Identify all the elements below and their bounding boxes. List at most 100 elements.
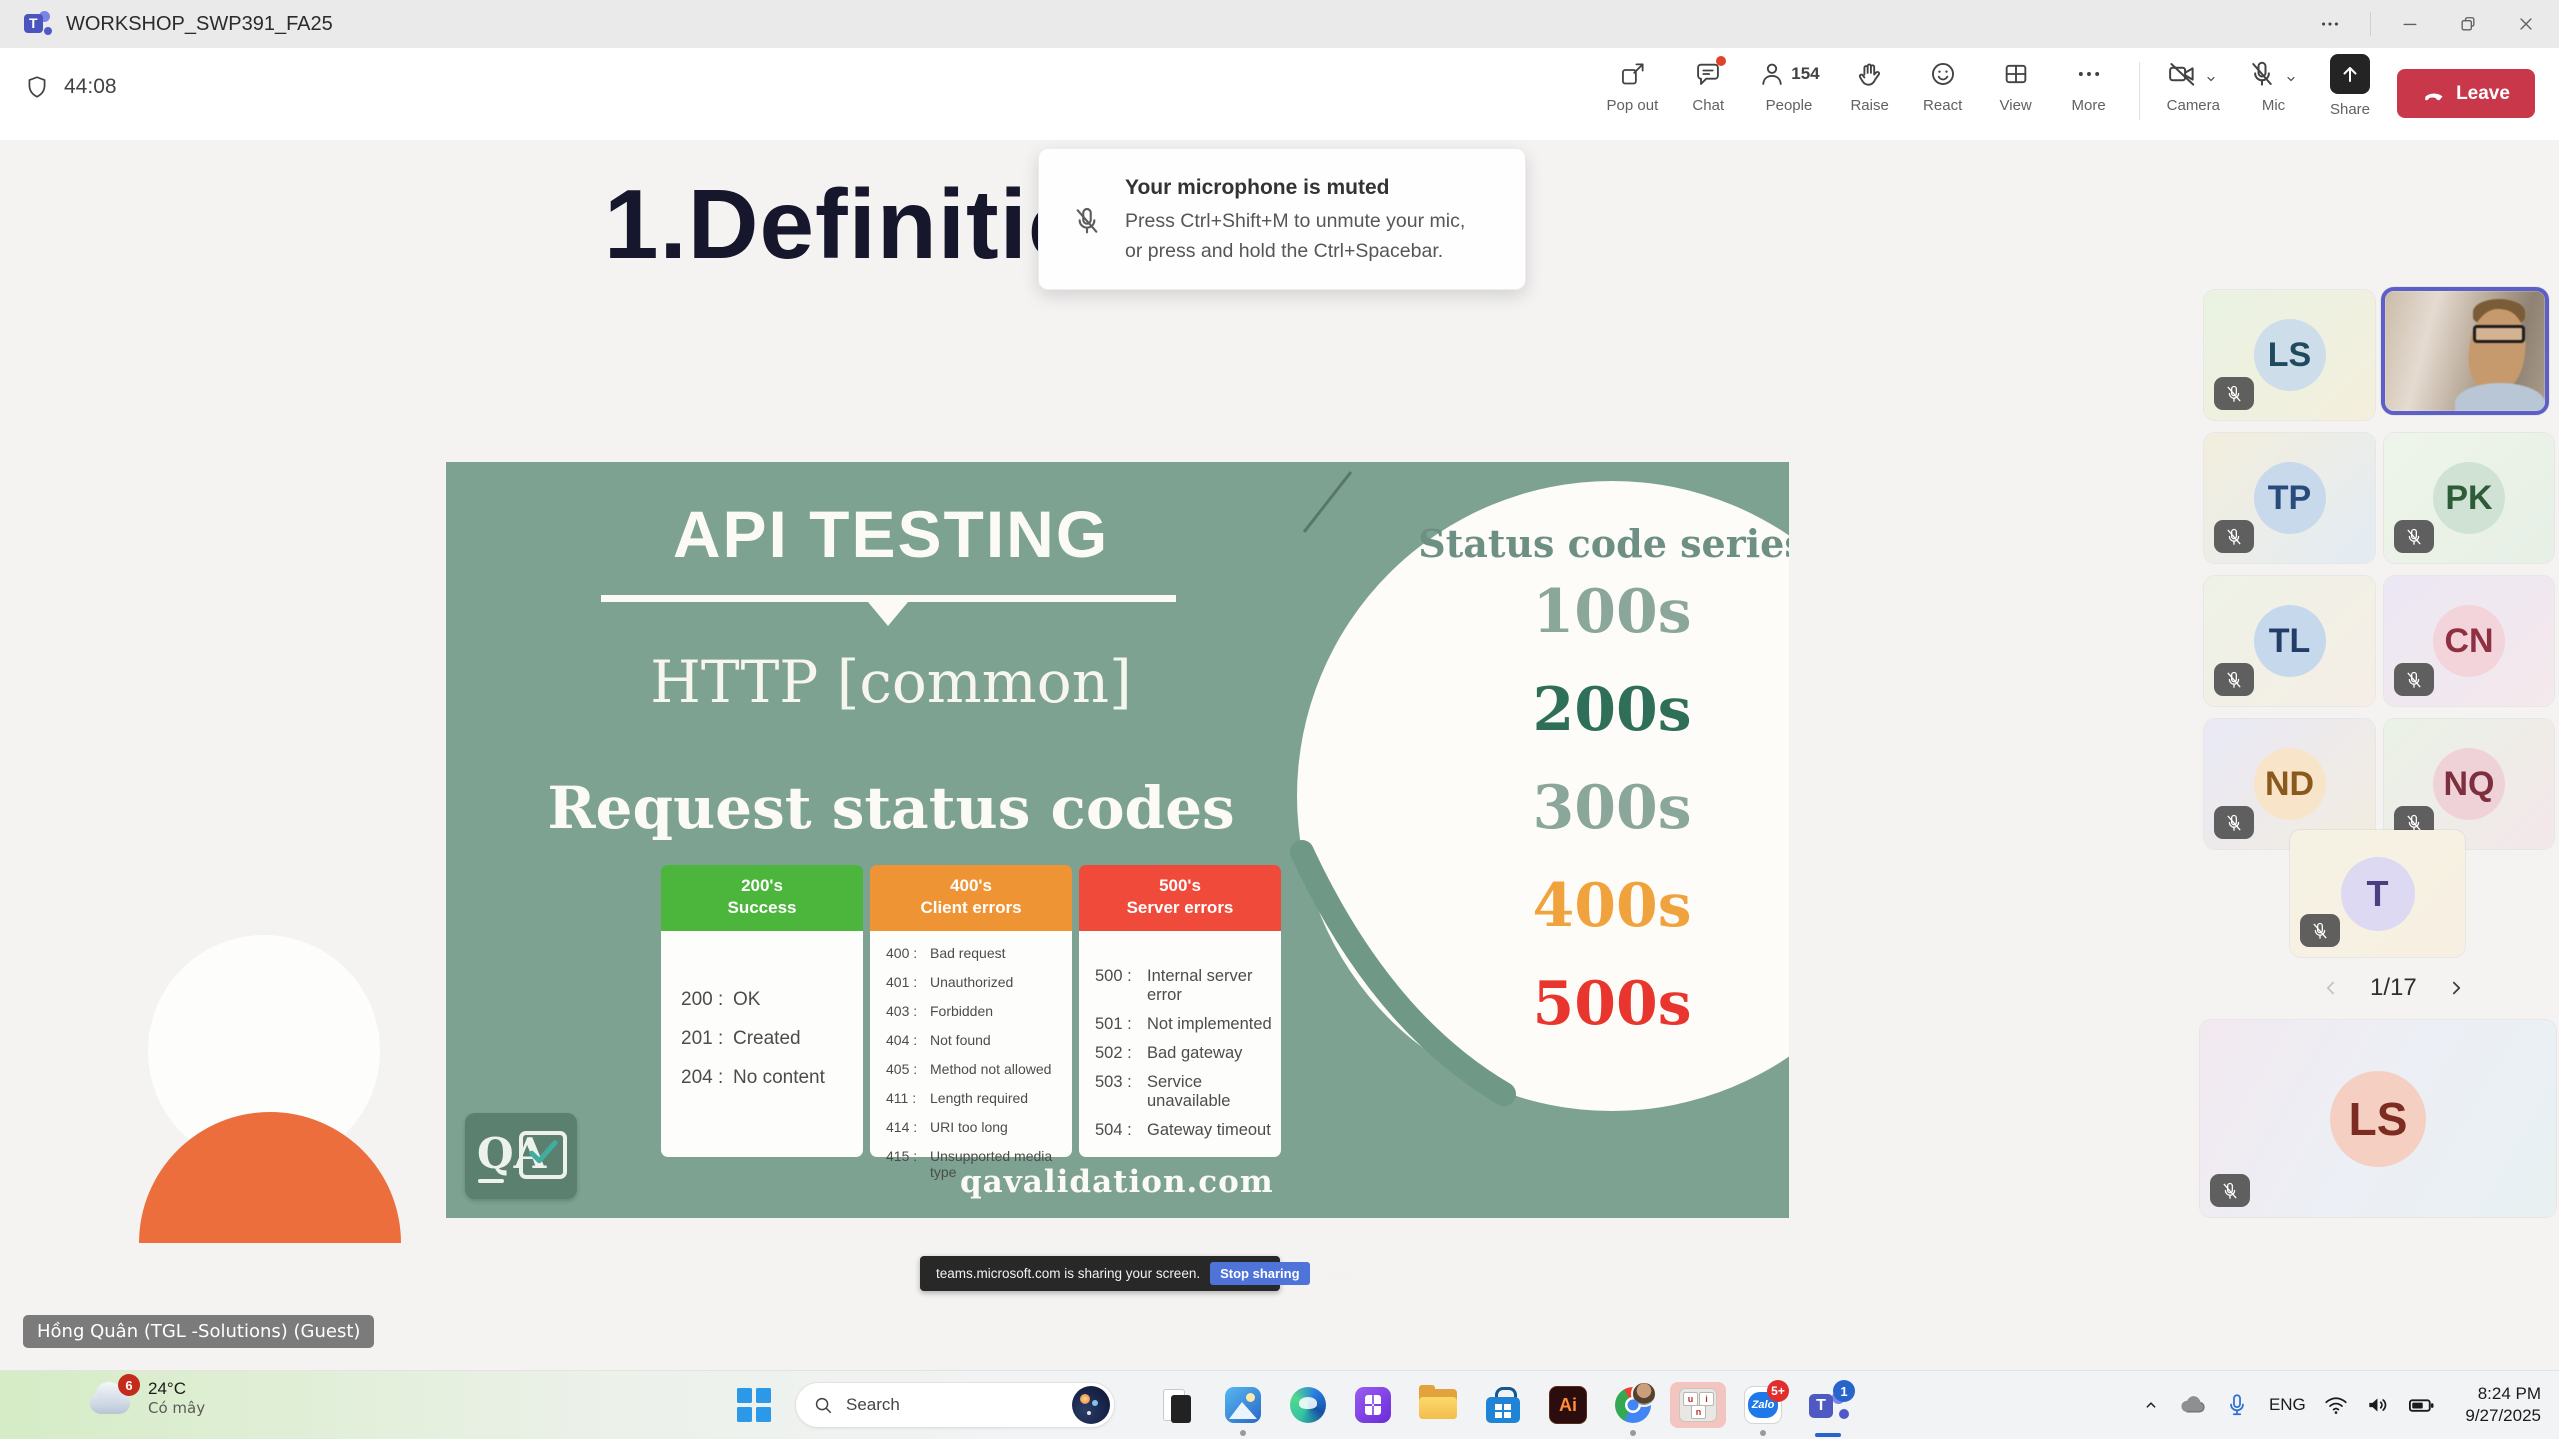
avatar: LS xyxy=(2254,319,2326,391)
participant-tile-pk[interactable]: PK xyxy=(2384,433,2554,563)
view-button[interactable]: View xyxy=(1993,58,2039,114)
table-row: 405 :Method not allowed xyxy=(886,1061,1062,1077)
taskbar-app-pages[interactable] xyxy=(1150,1382,1206,1428)
taskbar-app-clipchamp[interactable] xyxy=(1345,1382,1401,1428)
pager-next-icon[interactable] xyxy=(2443,975,2469,1001)
people-button[interactable]: 154 People xyxy=(1758,58,1819,114)
participant-video-tile-active-speaker[interactable] xyxy=(2381,287,2549,415)
stop-sharing-button[interactable]: Stop sharing xyxy=(1210,1262,1309,1285)
active-app-indicator xyxy=(1815,1433,1841,1437)
wifi-tray-icon[interactable] xyxy=(2315,1392,2357,1418)
more-button[interactable]: More xyxy=(2066,58,2112,114)
zalo-app-icon: Zalo 5+ xyxy=(1744,1386,1782,1424)
camera-chevron-icon[interactable] xyxy=(2202,70,2220,88)
share-bar-text: teams.microsoft.com is sharing your scre… xyxy=(936,1266,1200,1281)
participant-tile-ls[interactable]: LS xyxy=(2204,290,2375,420)
battery-tray-icon[interactable] xyxy=(2399,1391,2443,1419)
taskbar-app-edge[interactable] xyxy=(1280,1382,1336,1428)
popout-icon xyxy=(1619,61,1646,88)
microsoft-store-icon xyxy=(1486,1387,1520,1423)
close-button[interactable] xyxy=(2497,0,2555,47)
photos-app-icon xyxy=(1225,1387,1261,1423)
windows-taskbar: 6 24°C Có mây Search xyxy=(0,1370,2559,1439)
status-series-title: Status code series xyxy=(1297,521,1789,566)
toast-title: Your microphone is muted xyxy=(1125,176,1389,200)
meeting-timer: 44:08 xyxy=(24,74,117,100)
raise-hand-button[interactable]: Raise xyxy=(1847,58,1893,114)
volume-tray-icon[interactable] xyxy=(2357,1392,2399,1418)
onedrive-tray-icon[interactable] xyxy=(2171,1390,2215,1420)
table-row: 414 :URI too long xyxy=(886,1119,1062,1135)
table-column-200s: 200'sSuccess 200 :OK 201 :Created 204 :N… xyxy=(661,865,863,1157)
chat-button[interactable]: Chat xyxy=(1685,58,1731,114)
avatar: TP xyxy=(2254,462,2326,534)
hide-share-bar-link[interactable]: Hide xyxy=(1324,1266,1353,1281)
taskbar-search[interactable]: Search xyxy=(795,1382,1115,1428)
chrome-profile-avatar xyxy=(1631,1381,1657,1407)
taskbar-app-unikey[interactable]: uin xyxy=(1670,1382,1726,1428)
restore-button[interactable] xyxy=(2439,0,2497,47)
participant-tile-cn[interactable]: CN xyxy=(2384,576,2554,706)
taskbar-app-store[interactable] xyxy=(1475,1382,1531,1428)
taskbar-clock[interactable]: 8:24 PM 9/27/2025 xyxy=(2465,1383,2541,1427)
react-smiley-icon xyxy=(1929,60,1957,88)
avatar: PK xyxy=(2433,462,2505,534)
toast-line-1: Press Ctrl+Shift+M to unmute your mic, xyxy=(1125,210,1465,233)
language-indicator[interactable]: ENG xyxy=(2259,1395,2315,1415)
react-button[interactable]: React xyxy=(1920,58,1966,114)
taskbar-app-photos[interactable] xyxy=(1215,1382,1271,1428)
people-count: 154 xyxy=(1791,64,1819,84)
muted-mic-badge xyxy=(2214,663,2254,696)
participant-tile-tl[interactable]: TL xyxy=(2204,576,2375,706)
leave-button[interactable]: Leave xyxy=(2397,69,2535,118)
pager-previous-icon[interactable] xyxy=(2318,975,2344,1001)
table-column-400s: 400'sClient errors 400 :Bad request 401 … xyxy=(870,865,1072,1157)
start-button[interactable] xyxy=(737,1388,771,1422)
participant-tile-t[interactable]: T xyxy=(2290,830,2465,957)
running-indicator xyxy=(1240,1430,1246,1436)
toast-mic-off-icon xyxy=(1071,205,1103,237)
taskbar-app-chrome[interactable] xyxy=(1605,1382,1661,1428)
camera-button[interactable]: Camera xyxy=(2167,58,2220,114)
taskbar-app-illustrator[interactable]: Ai xyxy=(1540,1382,1596,1428)
participant-tile-ls-large[interactable]: LS xyxy=(2200,1020,2556,1217)
more-dots-icon xyxy=(2075,60,2103,88)
titlebar-more-button[interactable] xyxy=(2301,0,2359,47)
muted-mic-badge xyxy=(2214,377,2254,410)
weather-cloud-icon: 6 xyxy=(88,1380,136,1416)
table-header-200s: 200'sSuccess xyxy=(661,865,863,931)
muted-mic-badge xyxy=(2394,520,2434,553)
microphone-tray-icon[interactable] xyxy=(2215,1392,2259,1418)
share-button[interactable]: Share xyxy=(2327,58,2373,118)
toolbar-divider xyxy=(2139,62,2140,120)
participants-pager: 1/17 xyxy=(2318,974,2469,1002)
taskbar-app-file-explorer[interactable] xyxy=(1410,1382,1466,1428)
titlebar-divider xyxy=(2370,12,2371,36)
mic-chevron-icon[interactable] xyxy=(2282,70,2300,88)
table-row: 502 :Bad gateway xyxy=(1095,1044,1273,1063)
table-row: 403 :Forbidden xyxy=(886,1003,1062,1019)
teams-notification-badge: 1 xyxy=(1833,1380,1855,1402)
status-series-100s: 100s xyxy=(1297,577,1789,647)
weather-temp: 24°C xyxy=(148,1379,205,1399)
meeting-toolbar: 44:08 Pop out Chat 154 People Raise xyxy=(0,48,2559,141)
tray-overflow-chevron[interactable] xyxy=(2131,1394,2171,1416)
participant-tile-tp[interactable]: TP xyxy=(2204,433,2375,563)
muted-mic-badge xyxy=(2210,1174,2250,1207)
popout-button[interactable]: Pop out xyxy=(1607,58,1659,114)
circle-brush-stroke xyxy=(1276,832,1536,1122)
qa-validation-logo: QA xyxy=(465,1113,577,1199)
taskbar-app-teams[interactable]: T 1 xyxy=(1800,1382,1856,1428)
mic-button[interactable]: Mic xyxy=(2247,58,2300,114)
minimize-button[interactable] xyxy=(2381,0,2439,47)
qa-checkbox xyxy=(519,1131,567,1179)
muted-mic-badge xyxy=(2300,914,2340,947)
table-row: 500 :Internal server error xyxy=(1095,967,1273,1005)
meeting-timer-value: 44:08 xyxy=(64,75,117,99)
table-header-500s: 500'sServer errors xyxy=(1079,865,1281,931)
shared-screen-stage: 1.Definition API TESTING HTTP [common] R… xyxy=(0,140,2559,1371)
zalo-notification-badge: 5+ xyxy=(1767,1380,1789,1402)
meeting-controls: Pop out Chat 154 People Raise React xyxy=(1607,58,2373,120)
taskbar-app-zalo[interactable]: Zalo 5+ xyxy=(1735,1382,1791,1428)
weather-widget[interactable]: 6 24°C Có mây xyxy=(88,1379,205,1417)
